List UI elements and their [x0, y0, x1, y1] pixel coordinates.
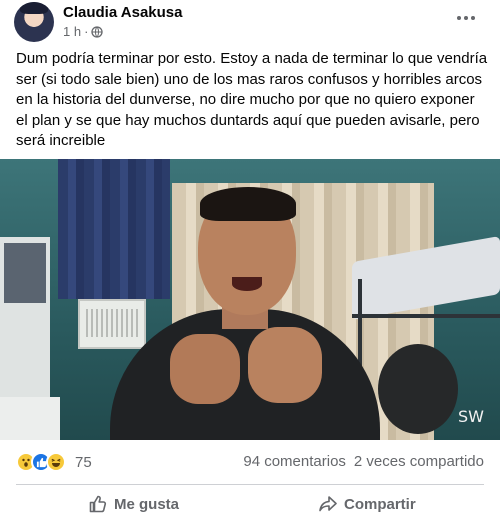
haha-icon [46, 452, 66, 472]
author-avatar[interactable] [14, 2, 54, 42]
post-meta: 1 h · [63, 24, 104, 39]
more-dot-icon [464, 16, 468, 20]
reactions-summary[interactable]: 75 [16, 450, 92, 474]
share-button[interactable]: Compartir [318, 490, 416, 518]
image-person-mouth [232, 277, 262, 291]
meta-separator: · [84, 24, 89, 39]
like-button-label: Me gusta [114, 495, 180, 513]
image-watermark: SW [458, 407, 484, 426]
image-person-left-hand [170, 334, 240, 404]
image-shelf [0, 237, 60, 440]
image-mattress [352, 235, 500, 321]
facebook-post: Claudia Asakusa 1 h · Dum podría termina… [0, 0, 500, 530]
shares-count-link[interactable]: 2 veces compartido [354, 453, 484, 470]
actions-divider [16, 484, 484, 485]
engagement-stats: 94 comentarios 2 veces compartido [243, 453, 484, 470]
globe-icon [91, 25, 104, 38]
image-speaker [378, 344, 458, 434]
post-image[interactable]: SW [0, 159, 500, 440]
reaction-count: 75 [75, 453, 92, 471]
more-options-button[interactable] [452, 6, 480, 30]
author-name[interactable]: Claudia Asakusa [63, 4, 183, 21]
image-person-hair [200, 187, 296, 221]
share-arrow-icon [319, 496, 337, 512]
share-button-label: Compartir [344, 495, 416, 513]
thumbs-up-icon [89, 495, 107, 513]
post-text: Dum podría terminar por esto. Estoy a na… [16, 50, 488, 149]
post-time[interactable]: 1 h [63, 24, 81, 39]
image-air-conditioner [78, 299, 146, 349]
more-dot-icon [457, 16, 461, 20]
image-blue-curtain [58, 159, 170, 299]
comments-count-link[interactable]: 94 comentarios [243, 453, 346, 470]
image-bed-rail [352, 314, 500, 318]
like-button[interactable]: Me gusta [88, 490, 179, 518]
more-dot-icon [471, 16, 475, 20]
post-header: Claudia Asakusa 1 h · [0, 0, 500, 44]
image-person-right-hand [248, 327, 322, 403]
